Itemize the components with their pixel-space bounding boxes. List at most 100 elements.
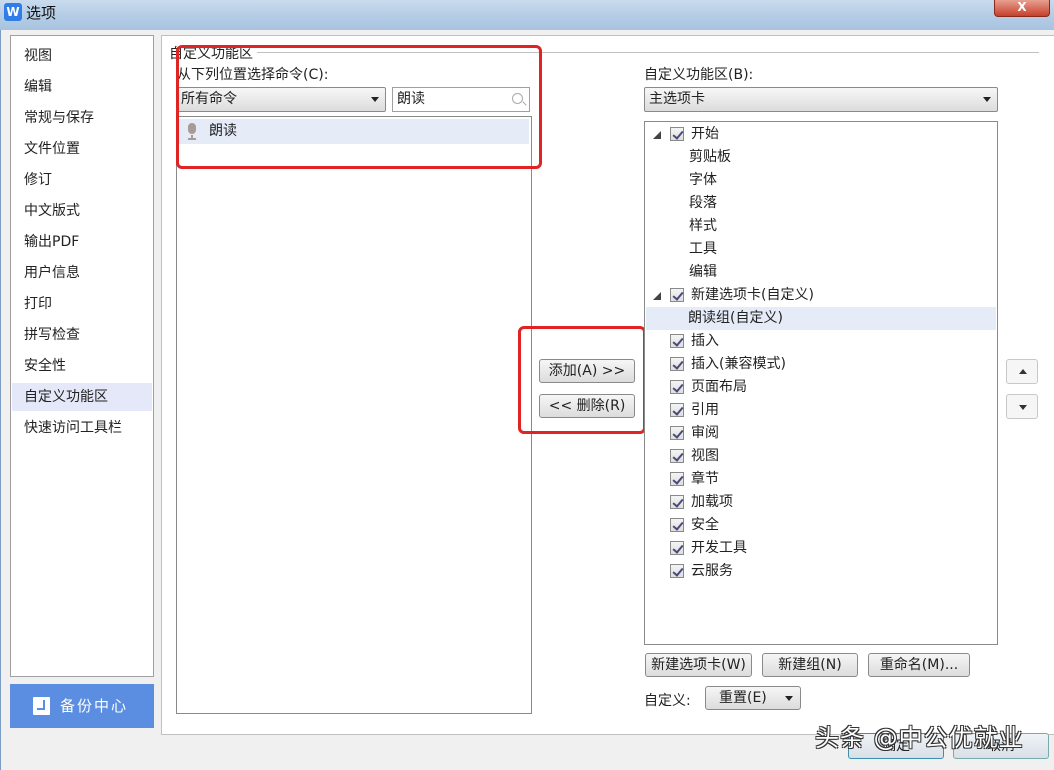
ribbon-tree[interactable]: 开始剪贴板字体 段落样式工具 编辑 新建选项卡(自定义) 朗读组(自定义) 插入插入(兼容…	[644, 121, 998, 645]
checkbox-checked[interactable]	[670, 518, 684, 532]
rename-button[interactable]: 重命名(M)...	[868, 653, 970, 677]
collapsed-triangle-icon[interactable]	[658, 381, 665, 393]
microphone-icon	[187, 123, 197, 140]
tree-row-label: 朗读组(自定义)	[688, 310, 783, 326]
tree-row[interactable]: 工具	[646, 238, 996, 261]
collapsed-triangle-icon[interactable]	[678, 197, 685, 209]
tree-row[interactable]: 样式	[646, 215, 996, 238]
collapsed-triangle-icon[interactable]	[678, 266, 685, 278]
tree-row[interactable]: 审阅	[646, 422, 996, 445]
chevron-down-icon	[983, 97, 991, 102]
checkbox-checked[interactable]	[670, 541, 684, 555]
tree-row[interactable]: 安全	[646, 514, 996, 537]
tree-row[interactable]: 段落	[646, 192, 996, 215]
collapsed-triangle-icon[interactable]	[678, 220, 685, 232]
sidebar-item-customize-ribbon[interactable]: 自定义功能区	[12, 383, 152, 411]
collapsed-triangle-icon[interactable]	[658, 496, 665, 508]
search-icon[interactable]	[512, 93, 523, 104]
sidebar-item-edit[interactable]: 编辑	[12, 73, 152, 101]
checkbox-checked[interactable]	[670, 357, 684, 371]
tree-row[interactable]: 插入	[646, 330, 996, 353]
ribbon-tabs-value: 主选项卡	[649, 91, 705, 107]
collapsed-triangle-icon[interactable]	[658, 473, 665, 485]
sidebar-item-file-location[interactable]: 文件位置	[12, 135, 152, 163]
expanded-triangle-icon[interactable]	[653, 292, 661, 300]
group-title: 自定义功能区	[169, 43, 257, 63]
sidebar-item-revision[interactable]: 修订	[12, 166, 152, 194]
checkbox-checked[interactable]	[670, 380, 684, 394]
checkbox-checked[interactable]	[670, 127, 684, 141]
cancel-button[interactable]: 取消	[953, 733, 1049, 759]
tree-row[interactable]: 引用	[646, 399, 996, 422]
sidebar-item-security[interactable]: 安全性	[12, 352, 152, 380]
tree-row[interactable]: 开发工具	[646, 537, 996, 560]
tree-row[interactable]: 插入(兼容模式)	[646, 353, 996, 376]
sidebar-item-spell-check[interactable]: 拼写检查	[12, 321, 152, 349]
move-up-button[interactable]	[1006, 359, 1038, 384]
tree-row-label: 样式	[689, 218, 717, 234]
collapsed-triangle-icon[interactable]	[658, 427, 665, 439]
backup-center-label: 备份中心	[60, 697, 129, 715]
tree-row[interactable]: 章节	[646, 468, 996, 491]
checkbox-checked[interactable]	[670, 288, 684, 302]
collapsed-triangle-icon[interactable]	[678, 243, 685, 255]
command-search-input[interactable]: 朗读	[392, 87, 530, 112]
tree-row[interactable]: 新建选项卡(自定义)	[646, 284, 996, 307]
tree-row[interactable]: 云服务	[646, 560, 996, 583]
checkbox-checked[interactable]	[670, 426, 684, 440]
checkbox-checked[interactable]	[670, 495, 684, 509]
tree-row[interactable]: 开始	[646, 123, 996, 146]
list-item[interactable]: 朗读	[179, 119, 529, 144]
sidebar-item-user-info[interactable]: 用户信息	[12, 259, 152, 287]
tree-row[interactable]: 编辑	[646, 261, 996, 284]
command-source-select[interactable]: 所有命令	[176, 87, 386, 112]
tree-row[interactable]: 视图	[646, 445, 996, 468]
tree-row[interactable]: 加载项	[646, 491, 996, 514]
ribbon-tabs-select[interactable]: 主选项卡	[644, 87, 998, 112]
command-source-value: 所有命令	[181, 91, 237, 107]
tree-row[interactable]: 剪贴板	[646, 146, 996, 169]
tree-row-label: 云服务	[691, 563, 733, 579]
reset-dropdown-button[interactable]: 重置(E)	[705, 686, 801, 710]
sidebar-item-quick-access-toolbar[interactable]: 快速访问工具栏	[12, 414, 152, 442]
remove-button[interactable]: << 删除(R)	[539, 394, 635, 418]
collapsed-triangle-icon[interactable]	[658, 519, 665, 531]
checkbox-checked[interactable]	[670, 472, 684, 486]
tree-row-label: 安全	[691, 517, 719, 533]
collapsed-triangle-icon[interactable]	[658, 358, 665, 370]
collapsed-triangle-icon[interactable]	[678, 174, 685, 186]
collapsed-triangle-icon[interactable]	[658, 542, 665, 554]
backup-center-button[interactable]: 备份中心	[10, 684, 154, 728]
sidebar-item-chinese-layout[interactable]: 中文版式	[12, 197, 152, 225]
tree-row-label: 开始	[691, 126, 719, 142]
add-button[interactable]: 添加(A) >>	[539, 359, 635, 383]
tree-row-label: 开发工具	[691, 540, 747, 556]
tree-row-label: 加载项	[691, 494, 733, 510]
tree-row-label: 剪贴板	[689, 149, 731, 165]
collapsed-triangle-icon[interactable]	[658, 565, 665, 577]
ok-button[interactable]: 确定	[848, 733, 944, 759]
collapsed-triangle-icon[interactable]	[658, 404, 665, 416]
tree-row[interactable]: 页面布局	[646, 376, 996, 399]
sidebar-item-print[interactable]: 打印	[12, 290, 152, 318]
collapsed-triangle-icon[interactable]	[658, 335, 665, 347]
move-down-button[interactable]	[1006, 394, 1038, 419]
checkbox-checked[interactable]	[670, 334, 684, 348]
checkbox-checked[interactable]	[670, 403, 684, 417]
tree-row-label: 插入	[691, 333, 719, 349]
new-group-button[interactable]: 新建组(N)	[762, 653, 858, 677]
new-tab-button[interactable]: 新建选项卡(W)	[645, 653, 752, 677]
command-list[interactable]: 朗读	[176, 116, 532, 714]
checkbox-checked[interactable]	[670, 564, 684, 578]
collapsed-triangle-icon[interactable]	[658, 450, 665, 462]
checkbox-checked[interactable]	[670, 449, 684, 463]
sidebar-item-general-save[interactable]: 常规与保存	[12, 104, 152, 132]
tree-row[interactable]: 朗读组(自定义)	[646, 307, 996, 330]
collapsed-triangle-icon[interactable]	[678, 151, 685, 163]
sidebar-item-view[interactable]: 视图	[12, 42, 152, 70]
expanded-triangle-icon[interactable]	[653, 131, 661, 139]
sidebar-item-export-pdf[interactable]: 输出PDF	[12, 228, 152, 256]
close-button[interactable]: X	[994, 0, 1050, 17]
tree-row-label: 引用	[691, 402, 719, 418]
tree-row[interactable]: 字体	[646, 169, 996, 192]
